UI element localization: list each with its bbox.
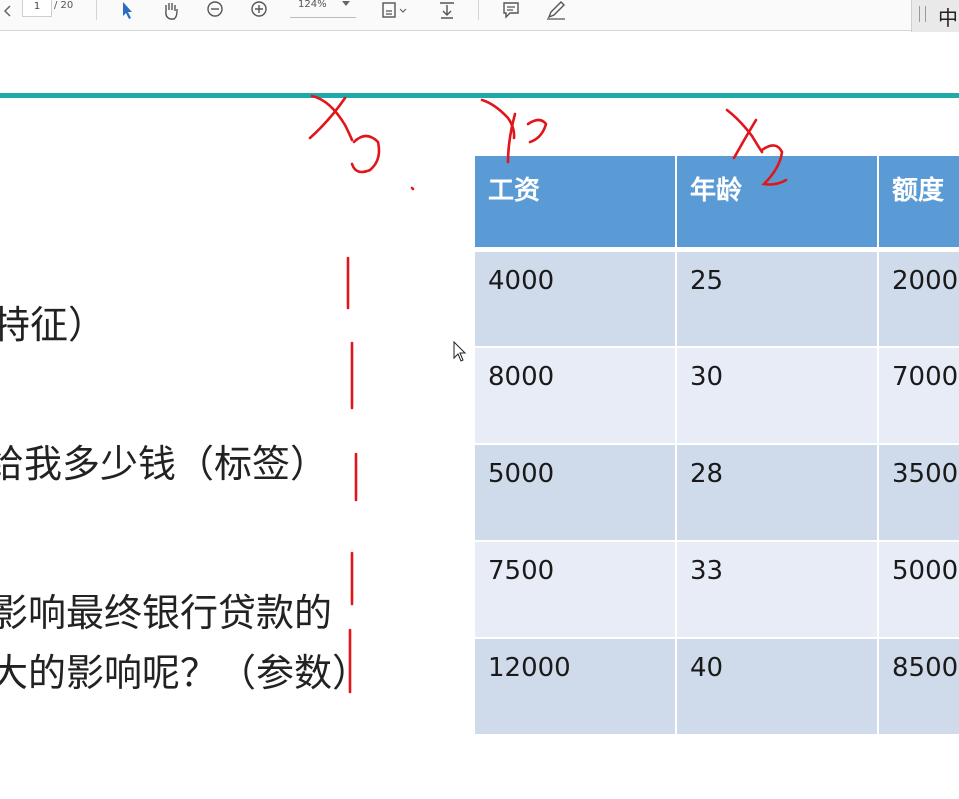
zoom-in-icon[interactable] bbox=[247, 0, 271, 22]
table-cell: 12000 bbox=[475, 639, 675, 734]
toolbar-divider bbox=[478, 0, 479, 20]
table-cell: 7500 bbox=[475, 542, 675, 637]
toolbar-divider bbox=[96, 0, 97, 20]
table-cell: 20000 bbox=[879, 252, 959, 346]
zoom-out-icon[interactable] bbox=[203, 0, 227, 22]
page-fit-icon[interactable] bbox=[378, 0, 412, 22]
table-header-cell: 年龄 bbox=[677, 156, 877, 247]
table-cell: 40 bbox=[677, 639, 877, 734]
table-cell: 33 bbox=[677, 542, 877, 637]
table-cell: 28 bbox=[677, 445, 877, 540]
ime-handle bbox=[919, 6, 926, 22]
toolbar: 1 / 20 124% 中 bbox=[0, 0, 959, 32]
table-cell: 25 bbox=[677, 252, 877, 346]
slide-text-line: 给我多少钱（标签） bbox=[0, 442, 329, 486]
page-total: / 20 bbox=[54, 0, 74, 11]
table-cell: 4000 bbox=[475, 252, 675, 346]
table-cell: 30 bbox=[677, 348, 877, 443]
zoom-value: 124% bbox=[298, 0, 327, 10]
mouse-cursor-icon bbox=[453, 341, 467, 362]
download-icon[interactable] bbox=[434, 0, 460, 22]
slide-text-line: 影响最终银行贷款的 bbox=[0, 591, 333, 635]
zoom-select[interactable]: 124% bbox=[290, 0, 356, 18]
slide-accent-line bbox=[0, 93, 959, 98]
pdf-viewer: 1 / 20 124% 中 特征） 给我多少钱（标签） 影响最终银行贷款的 大的… bbox=[0, 0, 959, 799]
ime-indicator[interactable]: 中 bbox=[911, 0, 959, 32]
page-number-input[interactable]: 1 bbox=[22, 0, 52, 17]
table-cell: 70000 bbox=[879, 348, 959, 443]
table-cell: 5000 bbox=[475, 445, 675, 540]
table-cell: 50000 bbox=[879, 542, 959, 637]
chevron-down-icon bbox=[342, 1, 350, 6]
table-cell: 35000 bbox=[879, 445, 959, 540]
comment-icon[interactable] bbox=[498, 0, 524, 22]
prev-page-icon[interactable] bbox=[0, 0, 14, 22]
table-header-cell: 额度 bbox=[879, 156, 959, 247]
select-tool-icon[interactable] bbox=[116, 0, 138, 22]
slide-text-line: 大的影响呢？（参数） bbox=[0, 651, 371, 695]
slide-text-line: 特征） bbox=[0, 303, 107, 347]
table-cell: 85000 bbox=[879, 639, 959, 734]
ime-label: 中 bbox=[938, 6, 958, 30]
table-header-cell: 工资 bbox=[475, 156, 675, 247]
table-cell: 8000 bbox=[475, 348, 675, 443]
hand-tool-icon[interactable] bbox=[158, 0, 184, 22]
pen-icon[interactable] bbox=[543, 0, 569, 22]
